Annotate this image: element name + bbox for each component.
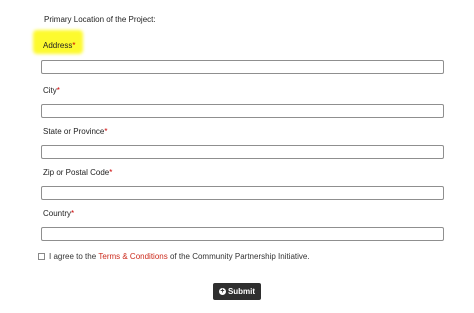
zip-label: Zip or Postal Code* xyxy=(43,168,112,177)
terms-prefix: I agree to the xyxy=(49,251,99,261)
required-marker: * xyxy=(56,86,60,95)
zip-label-text: Zip or Postal Code xyxy=(43,168,110,177)
submit-label: Submit xyxy=(227,287,256,296)
required-marker: * xyxy=(72,41,76,50)
section-title: Primary Location of the Project: xyxy=(44,15,156,24)
state-input[interactable] xyxy=(41,145,444,159)
plus-circle-icon: + xyxy=(218,288,226,295)
country-label-text: Country xyxy=(43,209,72,218)
terms-link[interactable]: Terms & Conditions xyxy=(98,252,167,261)
terms-agreement: I agree to the Terms & Conditions of the… xyxy=(38,250,310,262)
required-marker: * xyxy=(71,209,75,218)
terms-suffix: of the Community Partnership Initiative. xyxy=(167,251,310,261)
terms-checkbox[interactable] xyxy=(38,252,45,260)
city-input[interactable] xyxy=(41,104,444,118)
country-input[interactable] xyxy=(41,227,444,241)
state-label-text: State or Province xyxy=(43,127,105,136)
zip-input[interactable] xyxy=(41,186,444,200)
country-label: Country* xyxy=(43,209,74,218)
city-label-text: City xyxy=(43,86,57,95)
city-label: City* xyxy=(43,86,60,95)
address-label: Address* xyxy=(43,41,75,50)
address-label-text: Address xyxy=(43,41,73,50)
state-label: State or Province* xyxy=(43,127,108,136)
address-input[interactable] xyxy=(41,60,444,74)
required-marker: * xyxy=(109,168,113,177)
required-marker: * xyxy=(104,127,108,136)
submit-button[interactable]: + Submit xyxy=(213,283,261,300)
